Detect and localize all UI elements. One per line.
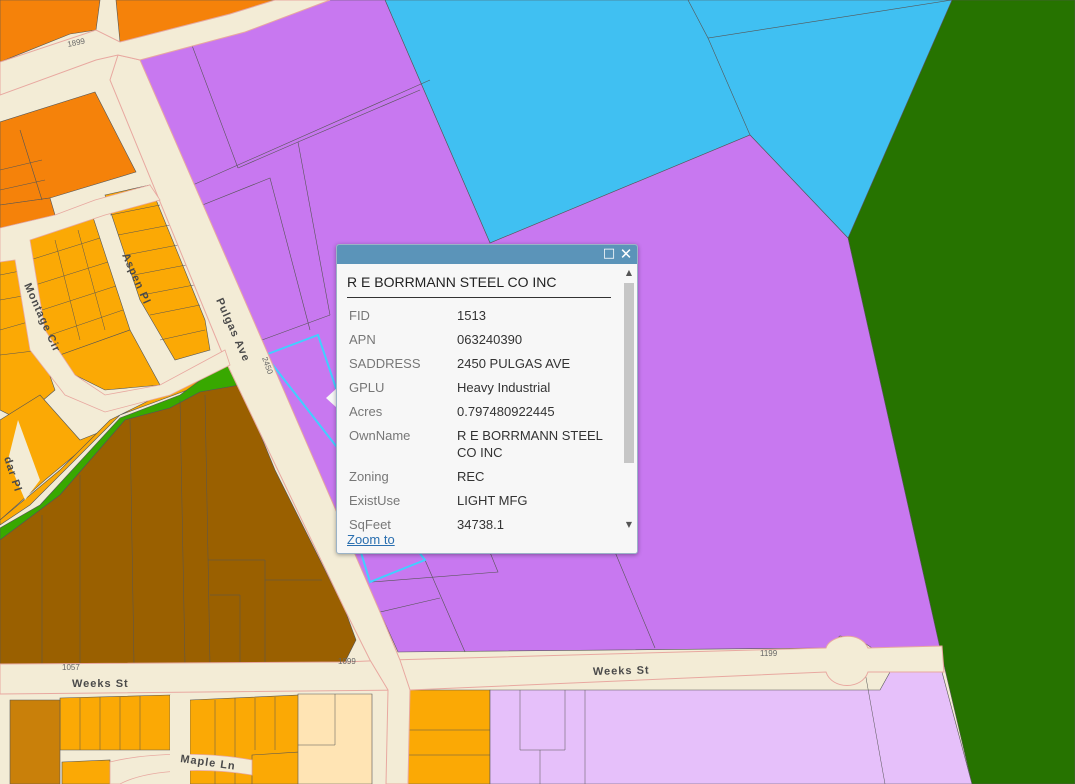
scroll-down-icon[interactable]: ▼ bbox=[623, 519, 635, 531]
attribute-key: SADDRESS bbox=[349, 356, 421, 371]
attribute-key: FID bbox=[349, 308, 370, 323]
attribute-row: APN 063240390 bbox=[347, 328, 611, 352]
popup-body[interactable]: R E BORRMANN STEEL CO INC FID 1513 APN 063… bbox=[337, 264, 621, 553]
attribute-row: OwnName R E BORRMANN STEEL CO INC bbox=[347, 424, 611, 465]
attribute-value: 2450 PULGAS AVE bbox=[457, 356, 571, 371]
attribute-row: Zoning REC bbox=[347, 465, 611, 489]
parcel-brown-small[interactable] bbox=[9, 699, 61, 784]
attribute-key: GPLU bbox=[349, 380, 385, 395]
attribute-value: R E BORRMANN STEEL CO INC bbox=[457, 428, 603, 460]
attribute-row: FID 1513 bbox=[347, 304, 611, 328]
attribute-row: GPLU Heavy Industrial bbox=[347, 376, 611, 400]
attribute-key: Acres bbox=[349, 404, 383, 419]
street-label-weeks-st-left: Weeks St bbox=[72, 678, 129, 690]
popup-header: □ ✕ bbox=[337, 245, 637, 264]
attribute-row: Acres 0.797480922445 bbox=[347, 400, 611, 424]
attribute-value: REC bbox=[457, 469, 485, 484]
attribute-row: SADDRESS 2450 PULGAS AVE bbox=[347, 352, 611, 376]
attribute-row: ExistUse LIGHT MFG bbox=[347, 489, 611, 513]
attribute-key: ExistUse bbox=[349, 493, 401, 508]
address-label: 1199 bbox=[760, 649, 778, 658]
scroll-thumb[interactable] bbox=[624, 283, 634, 463]
scroll-up-icon[interactable]: ▲ bbox=[623, 267, 635, 279]
address-label: 1099 bbox=[338, 657, 356, 666]
zoom-to-link[interactable]: Zoom to bbox=[347, 532, 395, 547]
attribute-value: 0.797480922445 bbox=[457, 404, 555, 419]
attribute-value: LIGHT MFG bbox=[457, 493, 528, 508]
attribute-value: 063240390 bbox=[457, 332, 523, 347]
street-label-weeks-st-right: Weeks St bbox=[593, 665, 650, 678]
popup-scrollbar[interactable]: ▲ ▼ bbox=[623, 267, 635, 531]
maximize-icon[interactable]: □ bbox=[601, 246, 617, 262]
attribute-value: 1513 bbox=[457, 308, 486, 323]
attribute-value: Heavy Industrial bbox=[457, 380, 551, 395]
attribute-key: OwnName bbox=[349, 428, 411, 443]
popup-title: R E BORRMANN STEEL CO INC bbox=[347, 264, 611, 298]
close-icon[interactable]: ✕ bbox=[618, 246, 634, 262]
attribute-table: FID 1513 APN 063240390 SADDRESS 2450 PULGAS… bbox=[347, 304, 611, 537]
attribute-key: APN bbox=[349, 332, 376, 347]
feature-popup: □ ✕ R E BORRMANN STEEL CO INC FID 1513 AP… bbox=[336, 244, 638, 554]
address-label: 1057 bbox=[62, 663, 80, 672]
side-road bbox=[170, 695, 190, 784]
attribute-key: Zoning bbox=[349, 469, 389, 484]
attribute-value: 34738.1 bbox=[457, 517, 504, 532]
